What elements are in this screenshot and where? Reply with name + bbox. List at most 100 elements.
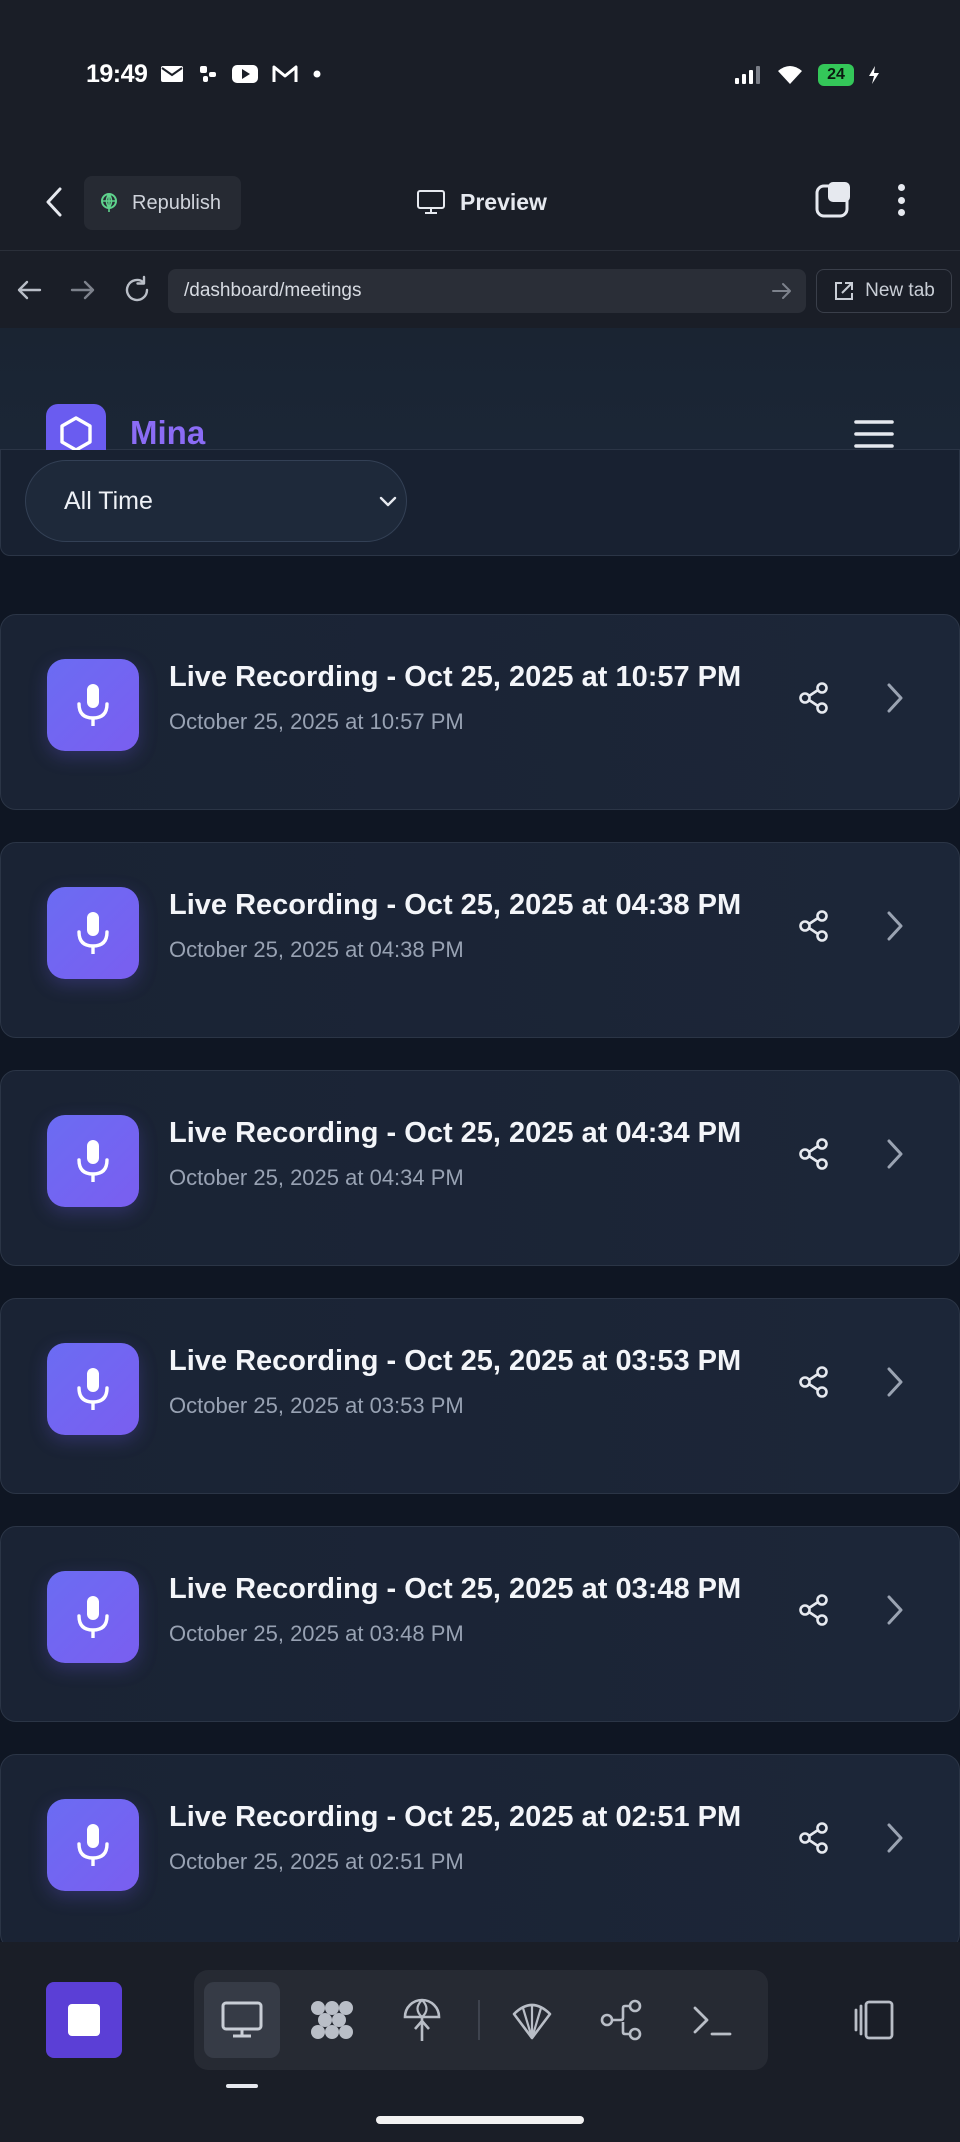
- microphone-icon: [77, 1596, 109, 1638]
- back-button[interactable]: [36, 184, 72, 220]
- time-range-value: All Time: [64, 486, 153, 515]
- chevron-right-icon[interactable]: [883, 1819, 907, 1857]
- tool-shell-button[interactable]: [494, 1982, 570, 2058]
- recording-date: October 25, 2025 at 10:57 PM: [169, 709, 464, 734]
- share-icon[interactable]: [797, 1821, 831, 1855]
- tool-git-button[interactable]: [584, 1982, 660, 2058]
- tool-divider: [478, 2000, 480, 2040]
- hexagon-logo-icon: [60, 416, 92, 452]
- youtube-icon: [232, 65, 258, 83]
- terminal-icon: [693, 2006, 732, 2036]
- home-indicator[interactable]: [376, 2116, 584, 2124]
- browser-reload-button[interactable]: [120, 273, 154, 307]
- deploy-icon: [101, 193, 117, 212]
- recording-title: Live Recording - Oct 25, 2025 at 03:48 P…: [169, 1573, 742, 1605]
- recording-card[interactable]: Live Recording - Oct 25, 2025 at 03:53 P…: [0, 1298, 960, 1494]
- reload-icon: [125, 275, 149, 302]
- recording-card[interactable]: Live Recording - Oct 25, 2025 at 10:57 P…: [0, 614, 960, 810]
- share-icon[interactable]: [797, 681, 831, 715]
- monitor-icon: [417, 190, 445, 214]
- tool-terminal-button[interactable]: [674, 1982, 750, 2058]
- url-input[interactable]: [168, 269, 806, 313]
- share-icon[interactable]: [797, 1137, 831, 1171]
- tool-preview-button[interactable]: [204, 1982, 280, 2058]
- filter-panel: All Time: [0, 450, 960, 556]
- mail-icon: [161, 66, 183, 82]
- shell-icon: [512, 2003, 552, 2040]
- tool-group: [194, 1970, 768, 2070]
- chevron-right-icon[interactable]: [883, 907, 907, 945]
- status-time: 19:49: [86, 60, 148, 88]
- status-system-icons: 24: [734, 64, 880, 86]
- arrow-left-icon: [17, 280, 42, 300]
- more-dot: [897, 209, 905, 216]
- recording-date: October 25, 2025 at 04:38 PM: [169, 937, 464, 962]
- new-tab-label: New tab: [865, 280, 935, 301]
- recording-title: Live Recording - Oct 25, 2025 at 04:38 P…: [169, 889, 742, 921]
- arrow-right-icon: [70, 280, 95, 300]
- recording-title: Live Recording - Oct 25, 2025 at 10:57 P…: [169, 661, 742, 693]
- more-dot: [897, 196, 905, 204]
- recording-avatar: [47, 1343, 139, 1435]
- preview-label: Preview: [460, 188, 547, 215]
- bottom-dock: [0, 1942, 960, 2142]
- preview-icon: [221, 2001, 263, 2038]
- chevron-right-icon[interactable]: [883, 1591, 907, 1629]
- chevron-down-icon: [379, 496, 397, 507]
- microphone-icon: [77, 684, 109, 726]
- time-range-select[interactable]: All Time: [25, 460, 407, 542]
- share-icon[interactable]: [797, 1593, 831, 1627]
- share-icon[interactable]: [797, 1365, 831, 1399]
- share-icon[interactable]: [797, 909, 831, 943]
- recording-avatar: [47, 887, 139, 979]
- microphone-icon: [77, 912, 109, 954]
- nodes-icon: [311, 2001, 353, 2039]
- recording-card[interactable]: Live Recording - Oct 25, 2025 at 02:51 P…: [0, 1754, 960, 1942]
- browser-url-bar: New tab: [0, 250, 960, 328]
- republish-button[interactable]: Republish: [84, 176, 241, 230]
- active-tool-indicator: [226, 2084, 258, 2088]
- preview-title: Preview: [416, 180, 547, 224]
- stop-button[interactable]: [46, 1982, 122, 2058]
- recording-date: October 25, 2025 at 03:53 PM: [169, 1393, 464, 1418]
- status-notification-icons: [160, 64, 322, 84]
- deploy-icon: [403, 1998, 441, 2041]
- chevron-right-icon[interactable]: [883, 1363, 907, 1401]
- stop-icon: [68, 2004, 100, 2036]
- slack-icon: [200, 66, 216, 82]
- external-link-icon: [835, 282, 854, 300]
- tool-nodes-button[interactable]: [294, 1982, 370, 2058]
- side-panel-icon[interactable]: [852, 1998, 896, 2042]
- republish-label: Republish: [132, 191, 221, 214]
- chevron-right-icon[interactable]: [883, 679, 907, 717]
- microphone-icon: [77, 1368, 109, 1410]
- app-bar: Republish Preview: [0, 150, 960, 250]
- dot-icon: [313, 70, 321, 78]
- new-tab-button[interactable]: New tab: [816, 269, 952, 313]
- recording-title: Live Recording - Oct 25, 2025 at 02:51 P…: [169, 1801, 742, 1833]
- recording-card[interactable]: Live Recording - Oct 25, 2025 at 03:48 P…: [0, 1526, 960, 1722]
- brand-name[interactable]: Mina: [130, 414, 205, 452]
- recording-date: October 25, 2025 at 04:34 PM: [169, 1165, 464, 1190]
- battery-icon: 24: [818, 64, 854, 86]
- microphone-icon: [77, 1824, 109, 1866]
- more-options-button[interactable]: [886, 180, 916, 220]
- recording-avatar: [47, 1571, 139, 1663]
- recording-date: October 25, 2025 at 02:51 PM: [169, 1849, 464, 1874]
- site-header: Mina: [0, 328, 960, 464]
- tool-deploy-button[interactable]: [384, 1982, 460, 2058]
- go-arrow-icon[interactable]: [770, 279, 794, 303]
- more-dot: [897, 184, 905, 191]
- recording-card[interactable]: Live Recording - Oct 25, 2025 at 04:38 P…: [0, 842, 960, 1038]
- browser-forward-button[interactable]: [66, 273, 100, 307]
- recording-card[interactable]: Live Recording - Oct 25, 2025 at 04:34 P…: [0, 1070, 960, 1266]
- web-content: Mina All Time Live Recording - Oct 25, 2…: [0, 328, 960, 1942]
- charging-icon: [869, 66, 879, 84]
- microphone-icon: [77, 1140, 109, 1182]
- browser-back-button[interactable]: [12, 273, 46, 307]
- gmail-icon: [272, 65, 298, 82]
- chevron-left-icon: [46, 187, 62, 217]
- recording-avatar: [47, 1115, 139, 1207]
- chevron-right-icon[interactable]: [883, 1135, 907, 1173]
- tabs-icon[interactable]: [814, 180, 854, 220]
